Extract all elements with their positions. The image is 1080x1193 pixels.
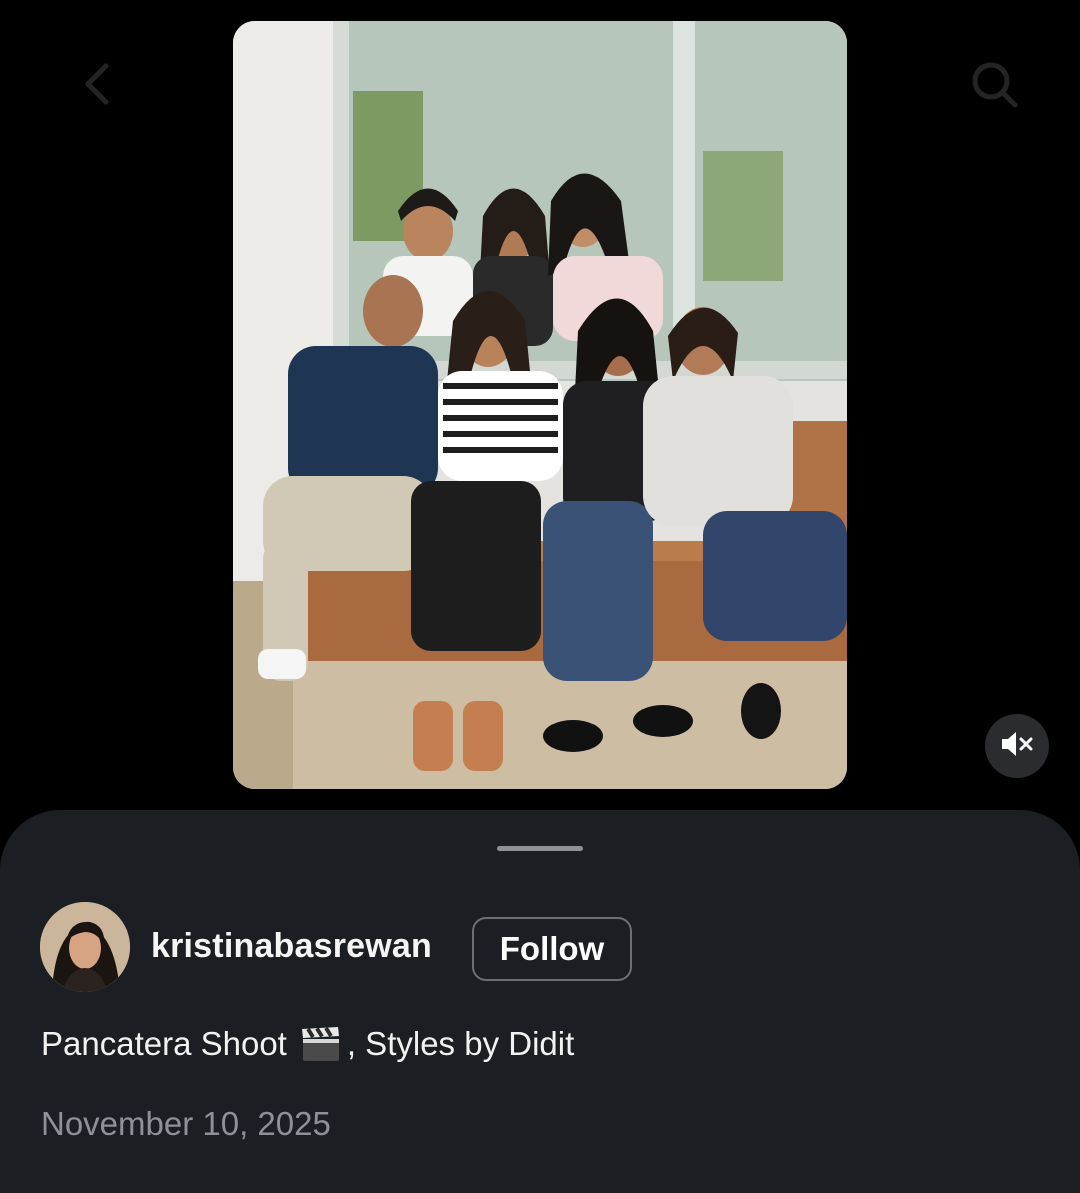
follow-button[interactable]: Follow bbox=[472, 917, 632, 981]
post-date: November 10, 2025 bbox=[41, 1105, 331, 1142]
caption-text-start: Pancatera Shoot bbox=[41, 1025, 287, 1062]
post-details-sheet: kristinabasrewan Follow Pancatera Shoot … bbox=[0, 810, 1080, 1193]
caption-text-end: , Styles by Didit bbox=[346, 1025, 575, 1062]
speaker-muted-icon bbox=[1000, 729, 1034, 764]
mute-toggle-button[interactable] bbox=[985, 714, 1049, 778]
post-photo[interactable] bbox=[233, 21, 847, 789]
clapper-board-icon bbox=[299, 1024, 343, 1064]
search-icon[interactable] bbox=[968, 58, 1020, 110]
avatar[interactable] bbox=[40, 902, 130, 992]
post-caption: Pancatera Shoot , Styles by Didit bbox=[41, 1024, 574, 1064]
sheet-grabber-handle[interactable] bbox=[497, 846, 583, 851]
post-author-username[interactable]: kristinabasrewan bbox=[151, 927, 432, 966]
back-chevron-icon[interactable] bbox=[72, 58, 124, 110]
